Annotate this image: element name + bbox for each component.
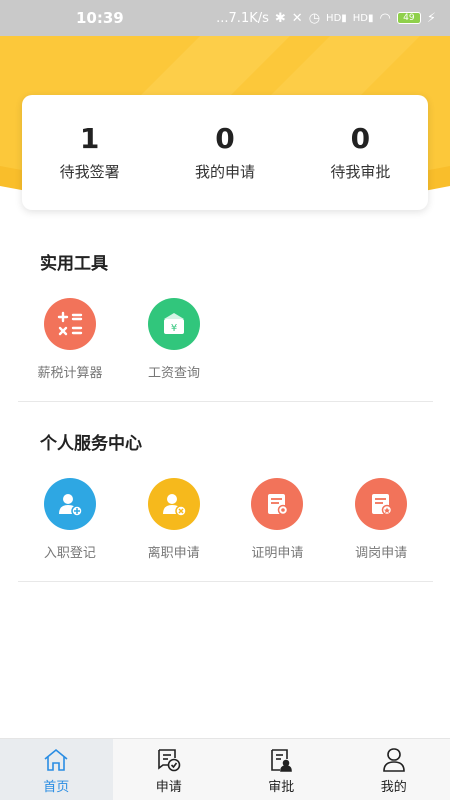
tool-salary-query[interactable]: ¥ 工资查询: [122, 298, 226, 381]
apply-icon: [157, 749, 181, 772]
signal-icon: HD▮: [326, 12, 347, 24]
stat-label: 待我签署: [59, 163, 120, 181]
tool-label: 证明申请: [251, 546, 304, 561]
stat-value: 1: [79, 122, 100, 155]
tool-label: 工资查询: [147, 366, 200, 381]
tab-apply[interactable]: 申请: [113, 739, 226, 800]
status-indicators: ...7.1K/s ✱ ✕ ◷ HD▮ HD▮ ◠ 49 ⚡: [216, 11, 436, 26]
salary-envelope-icon: ¥: [148, 298, 200, 350]
tools-section: 实用工具 薪税计算器 ¥ 工资查询: [18, 249, 433, 381]
tool-label: 薪税计算器: [37, 366, 103, 381]
tab-approve[interactable]: 审批: [225, 739, 338, 800]
wifi-icon: ◠: [379, 10, 391, 26]
status-bar: 10:39 ...7.1K/s ✱ ✕ ◷ HD▮ HD▮ ◠ 49 ⚡: [0, 0, 450, 36]
certificate-icon: [251, 478, 304, 530]
charging-icon: ⚡: [426, 10, 436, 26]
tool-label: 离职申请: [147, 546, 200, 561]
stat-label: 待我审批: [330, 163, 391, 181]
user-remove-icon: [147, 478, 200, 530]
alarm-icon: ◷: [308, 10, 321, 26]
home-icon: [44, 748, 68, 771]
tab-bar: 首页 申请 审批 我的: [0, 738, 450, 800]
tool-label: 调岗申请: [355, 546, 408, 561]
profile-icon: [382, 748, 405, 772]
signal-icon-2: HD▮: [352, 12, 374, 24]
service-certificate[interactable]: 证明申请: [226, 478, 330, 561]
status-time: 10:39: [76, 9, 124, 27]
service-transfer[interactable]: 调岗申请: [329, 478, 433, 561]
calculator-icon: [44, 298, 96, 350]
user-add-icon: [43, 478, 96, 530]
battery-icon: 49: [396, 12, 421, 24]
stat-value: 0: [215, 122, 235, 155]
services-section: 个人服务中心 入职登记 离职申请 证明申请 调岗申请: [18, 429, 433, 561]
divider: [18, 581, 433, 582]
section-title: 个人服务中心: [40, 434, 142, 454]
tab-label: 首页: [43, 780, 70, 795]
bluetooth-icon: ✱: [274, 10, 286, 26]
tab-label: 申请: [155, 780, 182, 795]
tab-label: 审批: [268, 780, 295, 795]
service-onboarding[interactable]: 入职登记: [18, 478, 122, 561]
transfer-document-icon: [355, 478, 408, 530]
stat-label: 我的申请: [194, 163, 255, 181]
mute-icon: ✕: [291, 10, 303, 26]
approve-icon: [271, 749, 293, 772]
tab-profile[interactable]: 我的: [338, 739, 450, 800]
network-speed: ...7.1K/s: [216, 10, 269, 26]
divider: [18, 401, 433, 402]
tool-label: 入职登记: [43, 546, 96, 561]
stats-card: 1 待我签署 0 我的申请 0 待我审批: [22, 95, 428, 210]
stat-pending-approval[interactable]: 0 待我审批: [293, 95, 428, 210]
stat-value: 0: [350, 122, 371, 155]
stat-my-applications[interactable]: 0 我的申请: [157, 95, 292, 210]
svg-text:¥: ¥: [171, 323, 177, 334]
stat-pending-sign[interactable]: 1 待我签署: [22, 95, 157, 210]
tab-label: 我的: [380, 780, 407, 795]
service-resignation[interactable]: 离职申请: [122, 478, 226, 561]
section-title: 实用工具: [40, 254, 108, 274]
tab-home[interactable]: 首页: [0, 739, 113, 800]
tool-tax-calculator[interactable]: 薪税计算器: [18, 298, 122, 381]
